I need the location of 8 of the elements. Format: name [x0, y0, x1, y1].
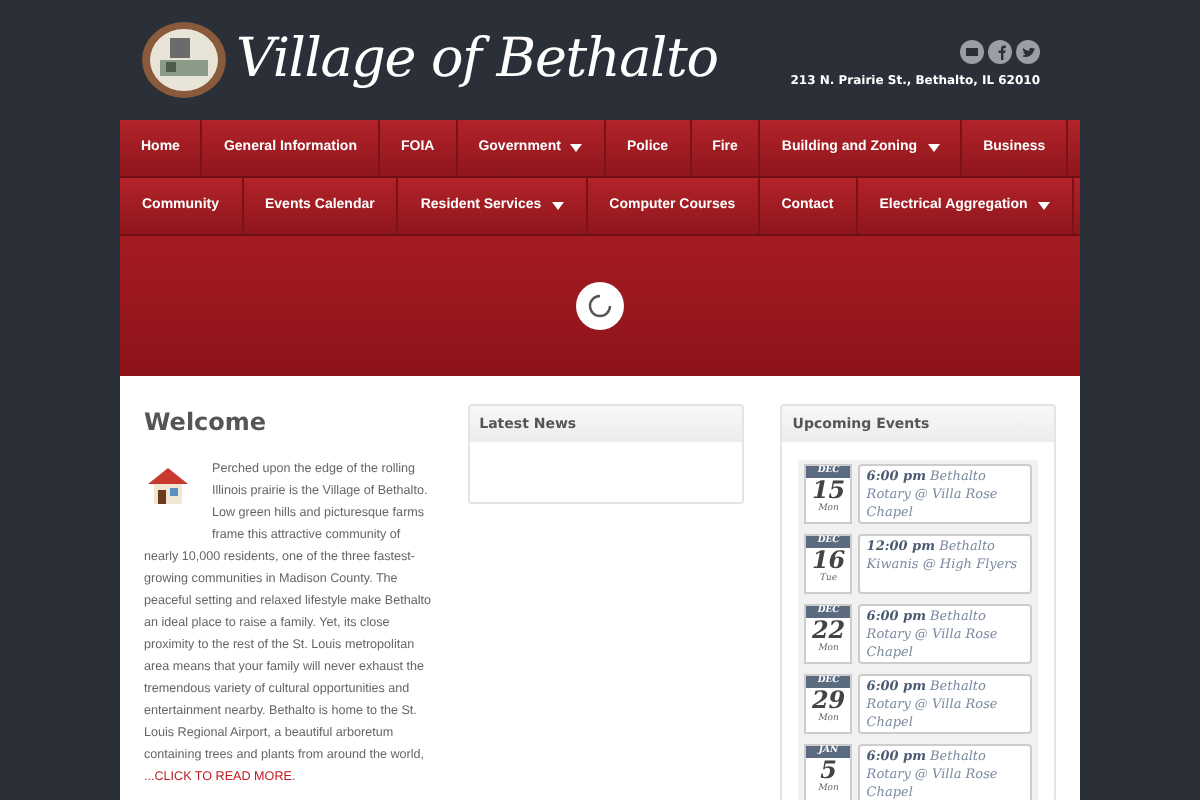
village-seal-logo — [140, 20, 228, 100]
site-title[interactable]: Village of Bethalto — [236, 19, 718, 101]
loading-spinner-icon — [574, 280, 626, 332]
email-icon[interactable] — [960, 39, 984, 63]
house-icon — [148, 466, 188, 506]
welcome-heading: Welcome — [144, 406, 269, 440]
facebook-icon[interactable] — [988, 39, 1012, 63]
twitter-icon[interactable] — [1016, 39, 1040, 63]
